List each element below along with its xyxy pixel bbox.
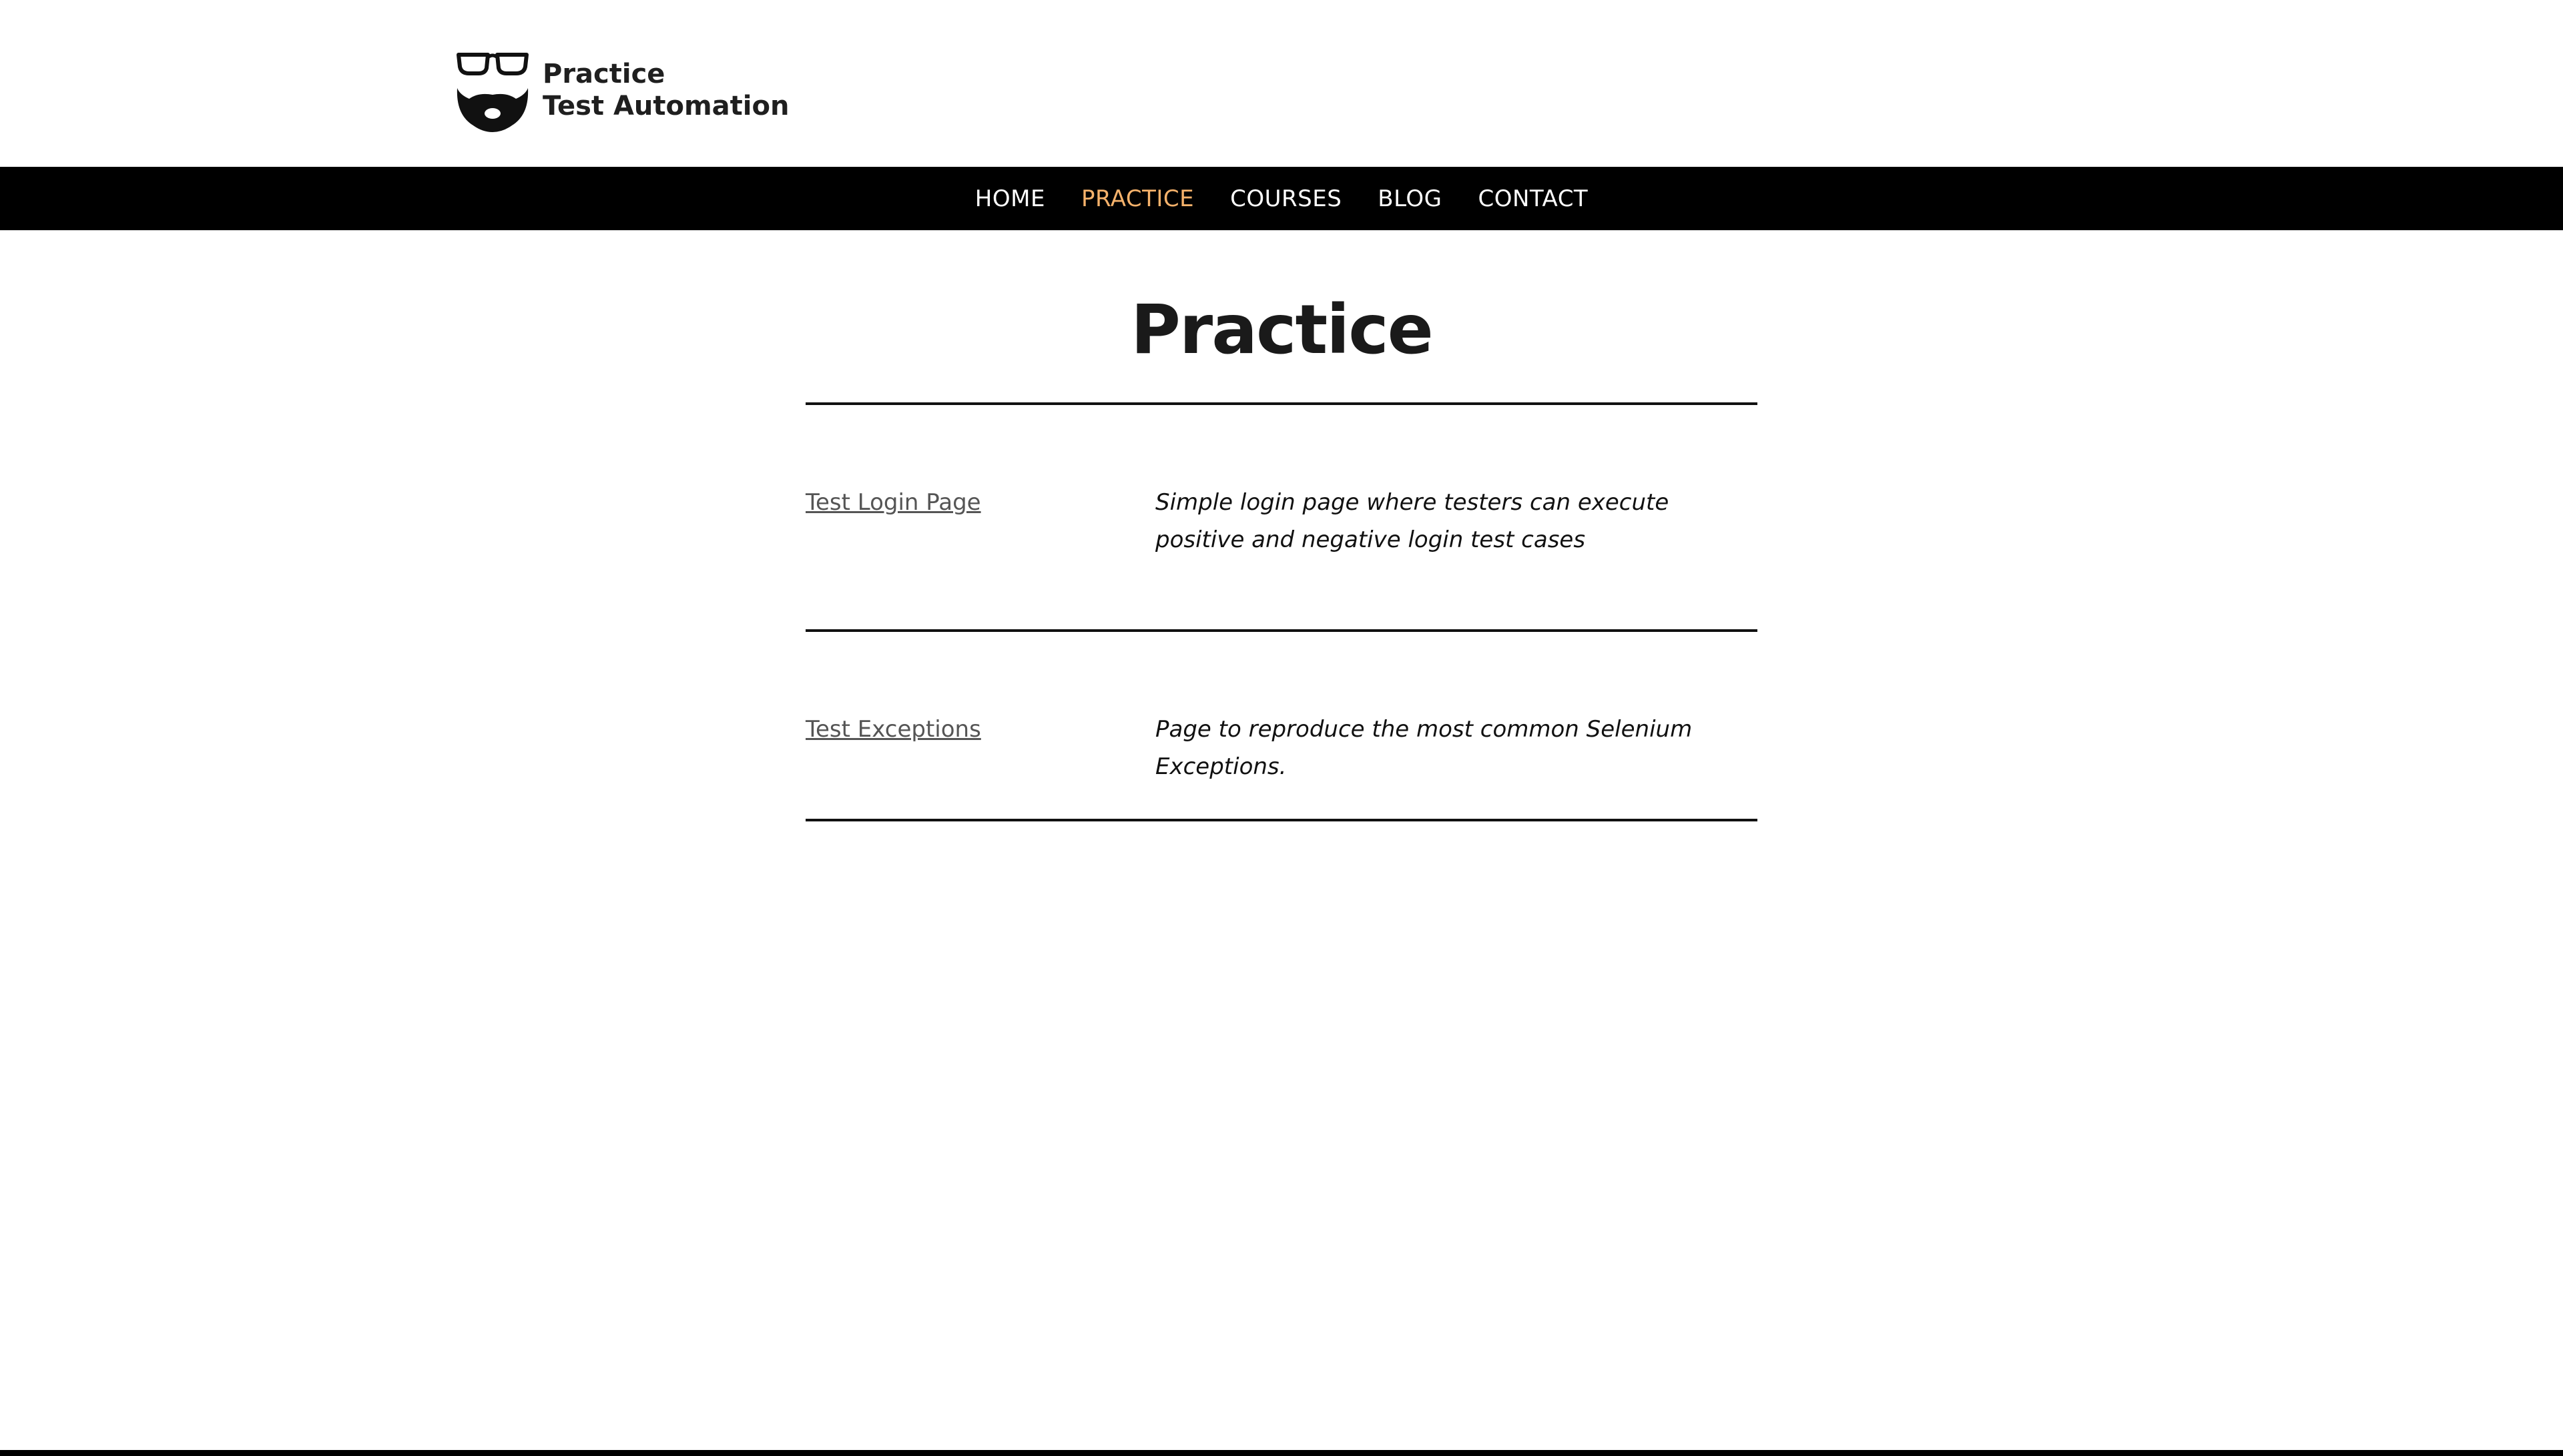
nav-blog[interactable]: BLOG	[1378, 186, 1442, 212]
divider	[806, 819, 1757, 821]
list-item: Test Exceptions Page to reproduce the mo…	[806, 632, 1757, 819]
row-description: Simple login page where testers can exec…	[1155, 489, 1669, 553]
glasses-beard-icon	[457, 53, 529, 132]
list-item: Test Login Page Simple login page where …	[806, 405, 1757, 629]
test-login-page-link[interactable]: Test Login Page	[806, 484, 1155, 521]
site-logo[interactable]: Practice Test Automation	[456, 48, 789, 132]
site-header: Practice Test Automation	[0, 0, 2563, 167]
logo-line2: Test Automation	[543, 91, 790, 121]
main-nav: HOME PRACTICE COURSES BLOG CONTACT	[0, 167, 2563, 230]
nav-courses[interactable]: COURSES	[1230, 186, 1342, 212]
main-content: Practice Test Login Page Simple login pa…	[806, 230, 1757, 821]
test-exceptions-link[interactable]: Test Exceptions	[806, 711, 1155, 748]
nav-home[interactable]: HOME	[975, 186, 1045, 212]
nav-contact[interactable]: CONTACT	[1478, 186, 1588, 212]
page-title: Practice	[1131, 290, 1434, 370]
row-description: Page to reproduce the most common Seleni…	[1155, 716, 1693, 780]
logo-line1: Practice	[543, 59, 665, 89]
nav-practice[interactable]: PRACTICE	[1081, 186, 1194, 212]
footer-border	[0, 1450, 2563, 1456]
